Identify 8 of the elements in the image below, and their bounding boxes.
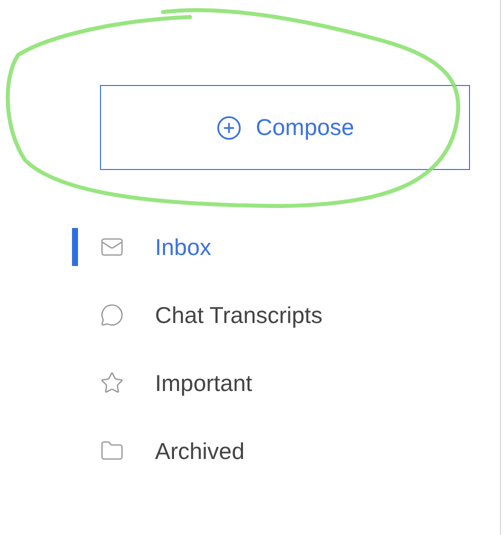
nav-item[interactable]: Archived bbox=[155, 434, 244, 468]
nav-item[interactable]: Inbox bbox=[155, 230, 212, 264]
nav-item[interactable]: Chat Transcripts bbox=[155, 298, 322, 332]
plus-circle-icon bbox=[216, 114, 242, 140]
nav-item[interactable]: Important bbox=[155, 366, 252, 400]
star-icon bbox=[100, 371, 124, 395]
speech-bubble-icon bbox=[100, 303, 124, 327]
compose-button[interactable]: Compose bbox=[100, 85, 470, 170]
